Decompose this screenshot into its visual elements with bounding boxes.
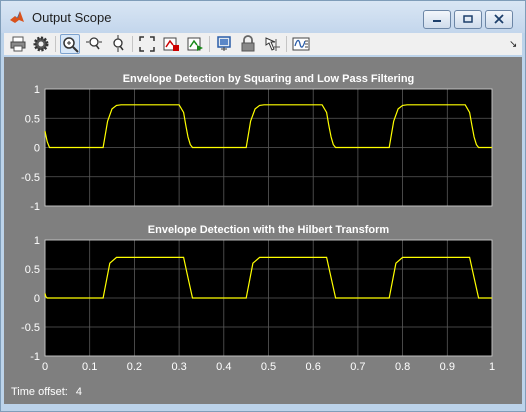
highlight-simulink-block-icon [217,36,231,51]
minimize-button[interactable] [423,10,451,29]
matlab-logo-icon [10,11,24,23]
window-title: Output Scope [32,10,112,25]
title-bar[interactable]: Output Scope [1,1,525,33]
step-forward-icon [187,37,203,51]
time-offset-value: 4 [75,386,82,398]
zoom-in-icon [63,37,79,53]
settings-button[interactable] [31,34,51,54]
highlight-simulink-block-button[interactable] [214,34,234,54]
y-tick-label: 0 [34,143,40,155]
toolbar-separator [209,36,210,52]
y-tick-label: -0.5 [21,322,40,334]
restore-icon [463,15,473,23]
legend-signal-button[interactable] [291,34,311,54]
legend-signal-icon [292,37,310,51]
x-tick-label: 0.9 [440,361,455,373]
zoom-x-button[interactable] [84,34,104,54]
dock-arrow-icon[interactable]: ↘ [509,39,517,50]
scope-display-panel: Envelope Detection by Squaring and Low P… [4,57,522,404]
time-offset-label: Time offset: [11,386,68,398]
x-tick-label: 0.2 [127,361,142,373]
lock-button[interactable] [238,34,258,54]
print-icon [10,36,26,52]
x-tick-label: 0.6 [306,361,321,373]
close-button[interactable] [485,10,513,29]
toolbar-separator [55,36,56,52]
x-tick-label: 0 [42,361,48,373]
y-tick-label: 0.5 [25,113,40,125]
y-tick-label: -1 [30,201,40,213]
toolbar-separator [132,36,133,52]
zoom-y-button[interactable] [108,34,128,54]
cursor-measurements-button[interactable] [262,34,282,54]
y-tick-label: 1 [34,84,40,96]
y-tick-label: -1 [30,351,40,363]
time-offset-readout: Time offset: 4 [11,386,82,398]
zoom-x-icon [86,37,102,50]
minimize-icon [433,20,441,22]
output-scope-window: Output Scope ↘ Envelope Detection by Squ… [0,0,526,412]
y-tick-label: 1 [34,235,40,247]
cursor-measurements-icon [265,37,280,51]
close-icon [494,14,504,24]
zoom-y-icon [113,35,124,52]
toolbar-separator [286,36,287,52]
scale-axes-icon [139,36,155,52]
x-tick-label: 0.5 [261,361,276,373]
simulation-pause-button[interactable] [161,34,181,54]
settings-gear-icon [33,36,49,52]
x-tick-label: 0.7 [350,361,365,373]
y-tick-label: 0 [34,293,40,305]
x-tick-label: 0.8 [395,361,410,373]
plot-title: Envelope Detection with the Hilbert Tran… [148,224,390,236]
zoom-in-button[interactable] [60,34,80,54]
y-tick-label: -0.5 [21,172,40,184]
toolbar: ↘ [4,33,522,55]
x-tick-label: 0.4 [216,361,231,373]
maximize-button[interactable] [454,10,482,29]
scale-axes-button[interactable] [137,34,157,54]
print-button[interactable] [8,34,28,54]
y-tick-label: 0.5 [25,264,40,276]
plot-title: Envelope Detection by Squaring and Low P… [123,73,415,85]
x-tick-label: 0.3 [171,361,186,373]
scope-plots[interactable]: Envelope Detection by Squaring and Low P… [4,57,522,404]
x-tick-label: 0.1 [82,361,97,373]
x-tick-label: 1 [489,361,495,373]
lock-icon [241,35,255,52]
step-forward-button[interactable] [185,34,205,54]
simulation-pause-icon [163,37,179,51]
